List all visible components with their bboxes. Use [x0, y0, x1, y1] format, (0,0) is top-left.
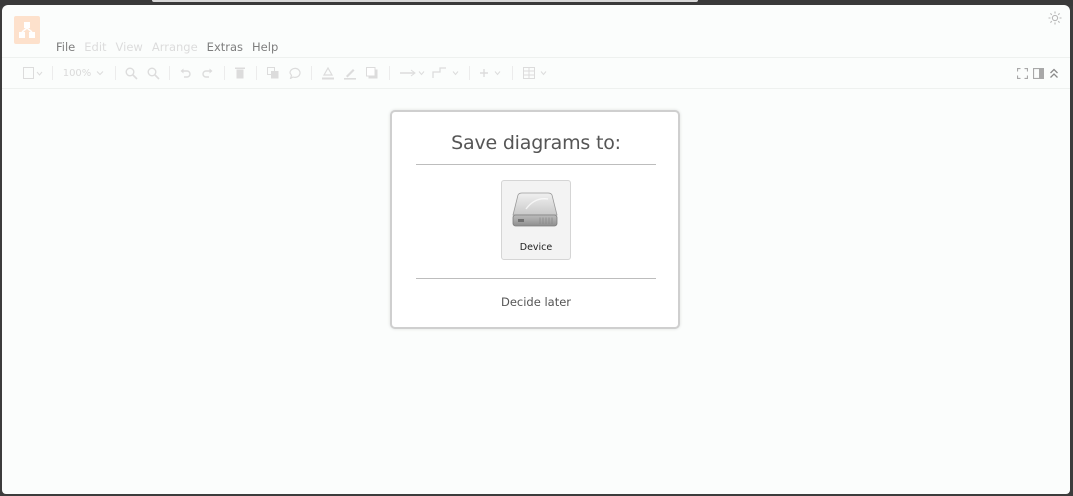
- zoom-out-icon[interactable]: [145, 65, 161, 81]
- device-option-button[interactable]: Device: [501, 180, 571, 260]
- zoom-in-icon[interactable]: [123, 65, 139, 81]
- to-back-icon[interactable]: [288, 65, 302, 81]
- app-header: File Edit View Arrange Extras Help: [2, 5, 1070, 57]
- zoom-level: 100%: [62, 67, 92, 79]
- menu-bar: File Edit View Arrange Extras Help: [56, 38, 287, 54]
- diagram-logo-icon: [19, 22, 35, 38]
- device-option-label: Device: [519, 242, 553, 253]
- waypoints-icon[interactable]: [431, 65, 461, 81]
- line-color-icon[interactable]: [343, 65, 357, 81]
- to-front-icon[interactable]: [266, 65, 280, 81]
- connection-icon[interactable]: [399, 65, 427, 81]
- format-panel-icon[interactable]: [1031, 65, 1045, 81]
- zoom-dropdown[interactable]: 100%: [62, 65, 106, 81]
- menu-file[interactable]: File: [56, 40, 75, 54]
- collapse-icon[interactable]: [1047, 65, 1061, 81]
- app-window: File Edit View Arrange Extras Help 100%: [2, 5, 1070, 494]
- shadow-icon[interactable]: [365, 65, 379, 81]
- insert-icon[interactable]: [478, 65, 504, 81]
- fill-color-icon[interactable]: [321, 65, 335, 81]
- menu-view[interactable]: View: [116, 40, 143, 54]
- page-view-icon[interactable]: [22, 65, 44, 81]
- menu-extras[interactable]: Extras: [207, 40, 243, 54]
- delete-icon[interactable]: [233, 65, 247, 81]
- redo-icon[interactable]: [200, 65, 214, 81]
- menu-arrange[interactable]: Arrange: [152, 40, 198, 54]
- window-tab[interactable]: [152, 0, 698, 2]
- table-icon[interactable]: [522, 65, 550, 81]
- toolbar: 100%: [2, 57, 1070, 89]
- menu-help[interactable]: Help: [252, 40, 278, 54]
- app-logo: [14, 16, 40, 44]
- save-location-dialog: Save diagrams to: Device Decide later: [390, 110, 680, 329]
- divider: [416, 278, 656, 279]
- dialog-title: Save diagrams to:: [451, 132, 621, 154]
- hard-drive-icon: [512, 192, 558, 227]
- undo-icon[interactable]: [178, 65, 192, 81]
- theme-toggle-icon[interactable]: [1048, 11, 1062, 25]
- fullscreen-icon[interactable]: [1015, 65, 1029, 81]
- divider: [416, 164, 656, 165]
- menu-edit[interactable]: Edit: [84, 40, 106, 54]
- decide-later-link[interactable]: Decide later: [416, 295, 656, 309]
- chevron-down-icon: [96, 71, 104, 76]
